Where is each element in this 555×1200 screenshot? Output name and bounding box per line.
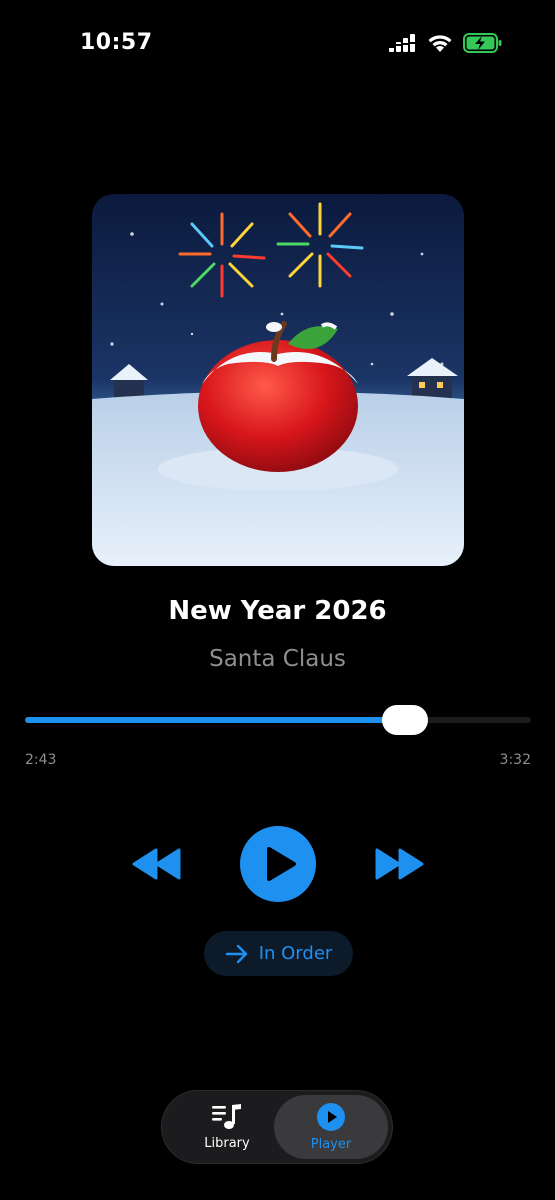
progress-slider[interactable]: [25, 705, 531, 735]
rewind-icon: [132, 848, 181, 880]
track-artist: Santa Claus: [209, 646, 346, 672]
tab-bar: Library Player: [161, 1090, 393, 1164]
new-year-apple-artwork: [92, 194, 464, 566]
tab-player[interactable]: Player: [274, 1095, 388, 1159]
play-button[interactable]: [240, 826, 316, 902]
status-bar: 10:57: [0, 0, 555, 90]
tab-library[interactable]: Library: [170, 1095, 284, 1159]
next-button[interactable]: [374, 848, 424, 880]
playback-order-label: In Order: [258, 943, 333, 964]
library-music-icon: [212, 1104, 241, 1129]
play-icon: [267, 847, 296, 881]
total-duration: 3:32: [499, 752, 531, 768]
previous-button[interactable]: [132, 848, 182, 880]
tab-player-label: Player: [310, 1137, 352, 1152]
playback-order-button[interactable]: In Order: [204, 931, 353, 976]
tab-library-label: Library: [204, 1136, 250, 1151]
album-artwork: [92, 194, 464, 566]
arrow-right-icon: [225, 944, 247, 963]
fast-forward-icon: [375, 848, 424, 880]
music-player-screen: 10:57 New Year 2026 Santa Claus 2:43 3:3…: [0, 0, 555, 1200]
status-time: 10:57: [80, 30, 153, 55]
battery-charging-icon: [463, 33, 502, 53]
progress-fill: [25, 717, 405, 723]
elapsed-time: 2:43: [25, 752, 57, 768]
signal-icon: [389, 34, 415, 52]
player-play-circle-icon: [317, 1103, 345, 1131]
status-icons: [389, 33, 503, 53]
wifi-icon: [428, 34, 452, 52]
progress-thumb[interactable]: [381, 705, 428, 735]
track-title: New Year 2026: [168, 596, 387, 626]
